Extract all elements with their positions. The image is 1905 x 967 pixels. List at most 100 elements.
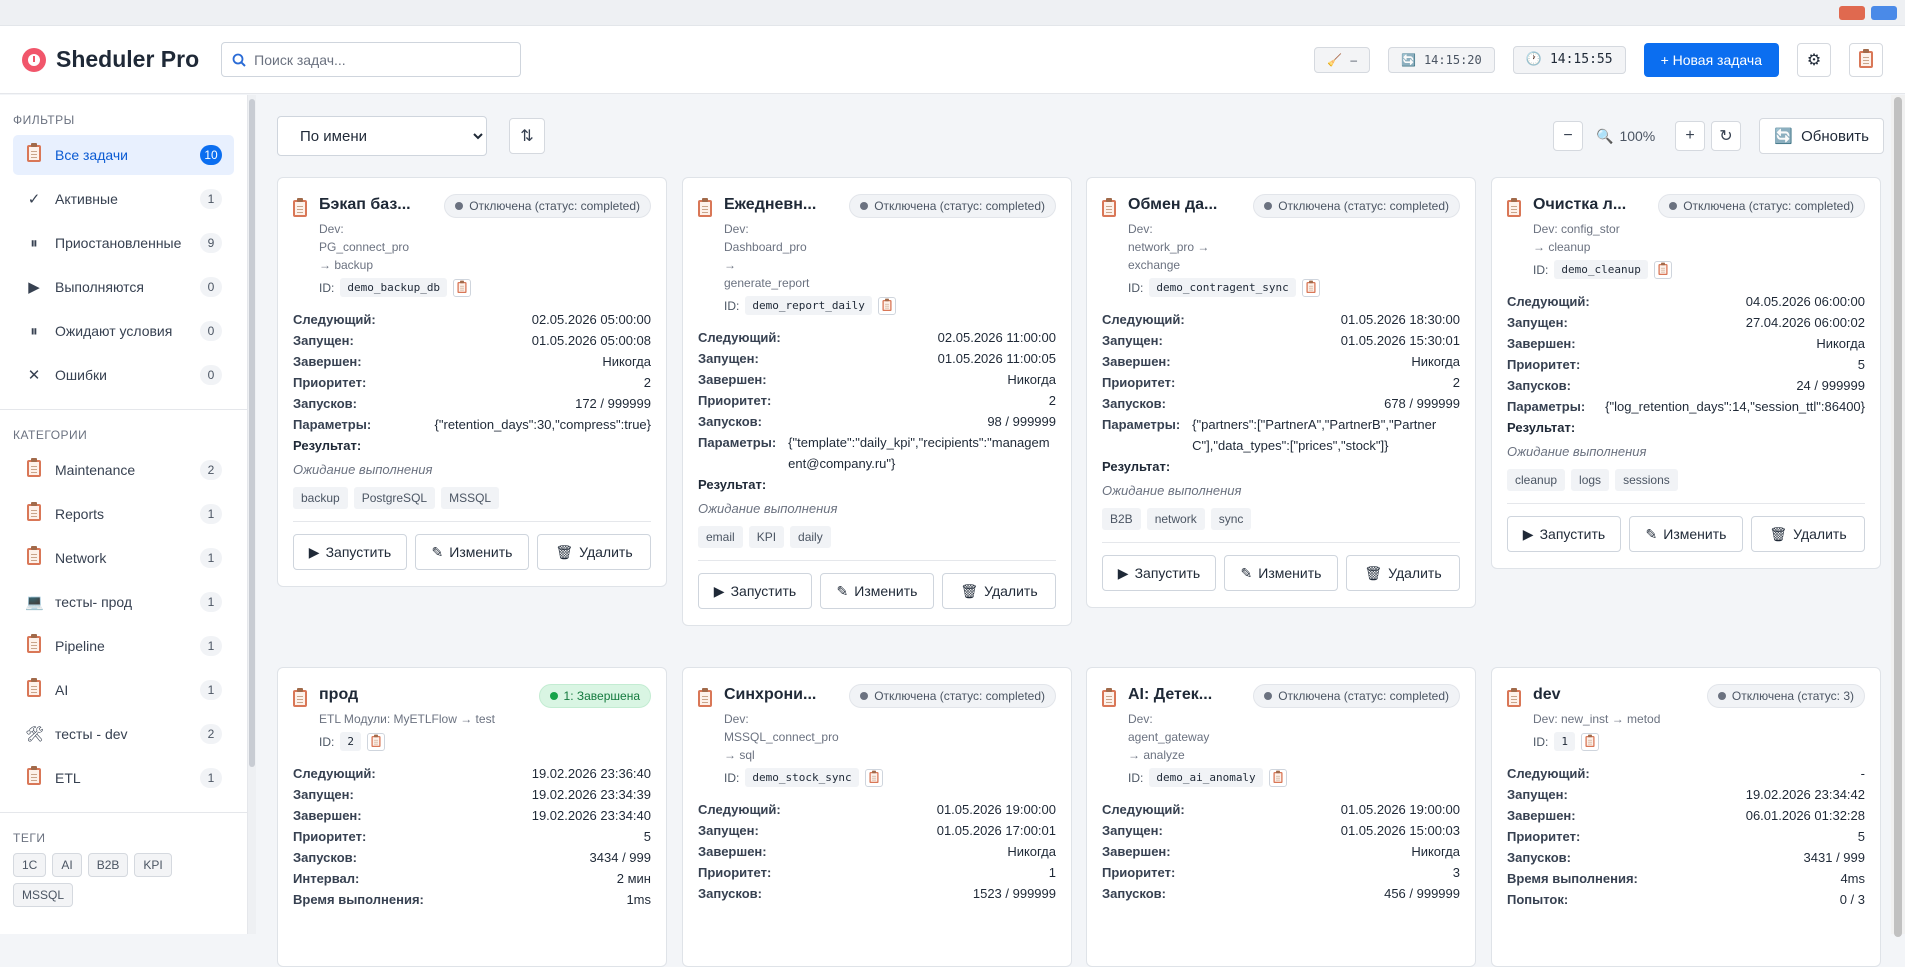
- task-card[interactable]: AI: Детек... Отключена (статус: complete…: [1086, 667, 1476, 967]
- category-tests-prod[interactable]: 💻 тесты- прод 1: [13, 582, 234, 622]
- refresh-button[interactable]: 🔄 Обновить: [1759, 118, 1884, 154]
- card-field-started: Запущен: 01.05.2026 05:00:08: [293, 330, 651, 351]
- copy-id-button[interactable]: [877, 296, 896, 315]
- run-button[interactable]: ▶ Запустить: [293, 534, 407, 570]
- filter-paused[interactable]: ⏸ Приостановленные 9: [13, 223, 234, 263]
- card-tag[interactable]: daily: [790, 526, 831, 548]
- sort-select[interactable]: По имени: [277, 116, 487, 156]
- run-button[interactable]: ▶ Запустить: [1102, 555, 1216, 591]
- tag-chip[interactable]: AI: [52, 853, 82, 877]
- card-tag[interactable]: cleanup: [1507, 469, 1566, 491]
- card-subtitle-line: → backup: [319, 258, 374, 272]
- result-label: Результат:: [698, 477, 767, 492]
- card-title[interactable]: dev: [1533, 684, 1561, 706]
- category-etl[interactable]: ETL 1: [13, 758, 234, 798]
- task-card[interactable]: Очистка л... Отключена (статус: complete…: [1491, 177, 1881, 569]
- window-control-red[interactable]: [1839, 6, 1865, 20]
- card-tag[interactable]: email: [698, 526, 743, 548]
- copy-id-button[interactable]: [366, 732, 385, 751]
- filter-errors[interactable]: ✕ Ошибки 0: [13, 355, 234, 395]
- copy-id-button[interactable]: [1301, 278, 1320, 297]
- task-card[interactable]: Обмен да... Отключена (статус: completed…: [1086, 177, 1476, 608]
- task-card[interactable]: dev Отключена (статус: 3) Dev: new_inst …: [1491, 667, 1881, 967]
- edit-button[interactable]: ✎ Изменить: [1224, 555, 1338, 591]
- card-tag[interactable]: PostgreSQL: [353, 487, 436, 509]
- card-title[interactable]: Синхрони...: [724, 684, 816, 706]
- status-text: Отключена (статус: completed): [469, 199, 640, 213]
- clipboard-button[interactable]: [1849, 42, 1883, 77]
- run-button[interactable]: ▶ Запустить: [1507, 516, 1621, 552]
- card-title[interactable]: Бэкап баз...: [319, 194, 411, 216]
- zoom-in-button[interactable]: +: [1675, 121, 1705, 151]
- card-subtitle-line: Dashboard_pro: [724, 240, 807, 254]
- category-network[interactable]: Network 1: [13, 538, 234, 578]
- card-title[interactable]: Очистка л...: [1533, 194, 1626, 216]
- search-input[interactable]: [254, 51, 495, 68]
- sidebar-scrollbar-thumb[interactable]: [249, 99, 255, 767]
- zoom-reset-button[interactable]: ↻: [1711, 121, 1741, 151]
- search-box[interactable]: [221, 42, 522, 77]
- tag-chip[interactable]: B2B: [87, 853, 129, 877]
- edit-button[interactable]: ✎ Изменить: [415, 534, 529, 570]
- zoom-out-button[interactable]: −: [1553, 121, 1583, 151]
- card-title[interactable]: Обмен да...: [1128, 194, 1217, 216]
- copy-id-button[interactable]: [1580, 732, 1599, 751]
- card-tag[interactable]: KPI: [748, 526, 785, 548]
- card-tag[interactable]: sessions: [1615, 469, 1678, 491]
- play-icon: ▶: [1522, 525, 1534, 542]
- card-tag[interactable]: network: [1146, 508, 1205, 530]
- category-count: 1: [200, 504, 222, 524]
- card-tag[interactable]: logs: [1571, 469, 1610, 491]
- field-label: Следующий:: [1507, 294, 1590, 309]
- window-scrollbar-thumb[interactable]: [1894, 97, 1902, 937]
- card-actions: ▶ Запустить ✎ Изменить 🗑 Удалить: [1507, 503, 1865, 552]
- card-title[interactable]: Ежедневн...: [724, 194, 816, 216]
- tag-chip[interactable]: 1C: [13, 853, 47, 877]
- copy-id-button[interactable]: [864, 768, 883, 787]
- copy-id-button[interactable]: [453, 278, 472, 297]
- category-reports[interactable]: Reports 1: [13, 494, 234, 534]
- task-card[interactable]: прод 1: Завершена ETL Модули: MyETLFlow …: [277, 667, 667, 967]
- delete-button[interactable]: 🗑 Удалить: [942, 573, 1056, 609]
- status-badge: Отключена (статус: completed): [849, 194, 1056, 218]
- task-card[interactable]: Синхрони... Отключена (статус: completed…: [682, 667, 1072, 967]
- status-badge: Отключена (статус: completed): [1658, 194, 1865, 218]
- task-card[interactable]: Ежедневн... Отключена (статус: completed…: [682, 177, 1072, 626]
- category-pipeline[interactable]: Pipeline 1: [13, 626, 234, 666]
- window-control-blue[interactable]: [1871, 6, 1897, 20]
- filter-all[interactable]: Все задачи 10: [13, 135, 234, 175]
- task-card[interactable]: Бэкап баз... Отключена (статус: complete…: [277, 177, 667, 587]
- card-tag[interactable]: backup: [293, 487, 348, 509]
- filter-active[interactable]: ✓ Активные 1: [13, 179, 234, 219]
- category-tests-dev[interactable]: 🛠 тесты - dev 2: [13, 714, 234, 754]
- settings-button[interactable]: ⚙: [1797, 42, 1831, 77]
- tag-chip[interactable]: MSSQL: [13, 883, 74, 907]
- edit-button[interactable]: ✎ Изменить: [1629, 516, 1743, 552]
- delete-button[interactable]: 🗑 Удалить: [1751, 516, 1865, 552]
- copy-id-button[interactable]: [1653, 260, 1672, 279]
- card-subtitle: Dev: Dashboard_pro → generate_report: [724, 220, 1056, 292]
- copy-id-button[interactable]: [1268, 768, 1287, 787]
- card-tag[interactable]: B2B: [1102, 508, 1141, 530]
- delete-button[interactable]: 🗑 Удалить: [1346, 555, 1460, 591]
- card-title[interactable]: прод: [319, 684, 358, 706]
- sort-direction-button[interactable]: ⇅: [509, 118, 545, 154]
- new-task-button[interactable]: + Новая задача: [1643, 42, 1779, 77]
- run-button[interactable]: ▶ Запустить: [698, 573, 812, 609]
- tag-chip[interactable]: KPI: [134, 853, 172, 877]
- filter-waiting[interactable]: ⏸ Ожидают условия 0: [13, 311, 234, 351]
- delete-button[interactable]: 🗑 Удалить: [537, 534, 651, 570]
- category-count: 2: [200, 460, 222, 480]
- category-ai[interactable]: AI 1: [13, 670, 234, 710]
- card-tag[interactable]: MSSQL: [441, 487, 500, 509]
- window-scrollbar[interactable]: [1891, 95, 1905, 937]
- edit-button[interactable]: ✎ Изменить: [820, 573, 934, 609]
- sidebar-scrollbar[interactable]: [248, 95, 256, 934]
- card-title[interactable]: AI: Детек...: [1128, 684, 1212, 706]
- filter-running[interactable]: ▶ Выполняются 0: [13, 267, 234, 307]
- edit-label: Изменить: [449, 544, 513, 560]
- card-tag[interactable]: sync: [1210, 508, 1252, 530]
- last-refresh-time: 14:15:20: [1423, 52, 1482, 67]
- category-maintenance[interactable]: Maintenance 2: [13, 450, 234, 490]
- field-value: {"log_retention_days":14,"session_ttl":8…: [1605, 399, 1865, 414]
